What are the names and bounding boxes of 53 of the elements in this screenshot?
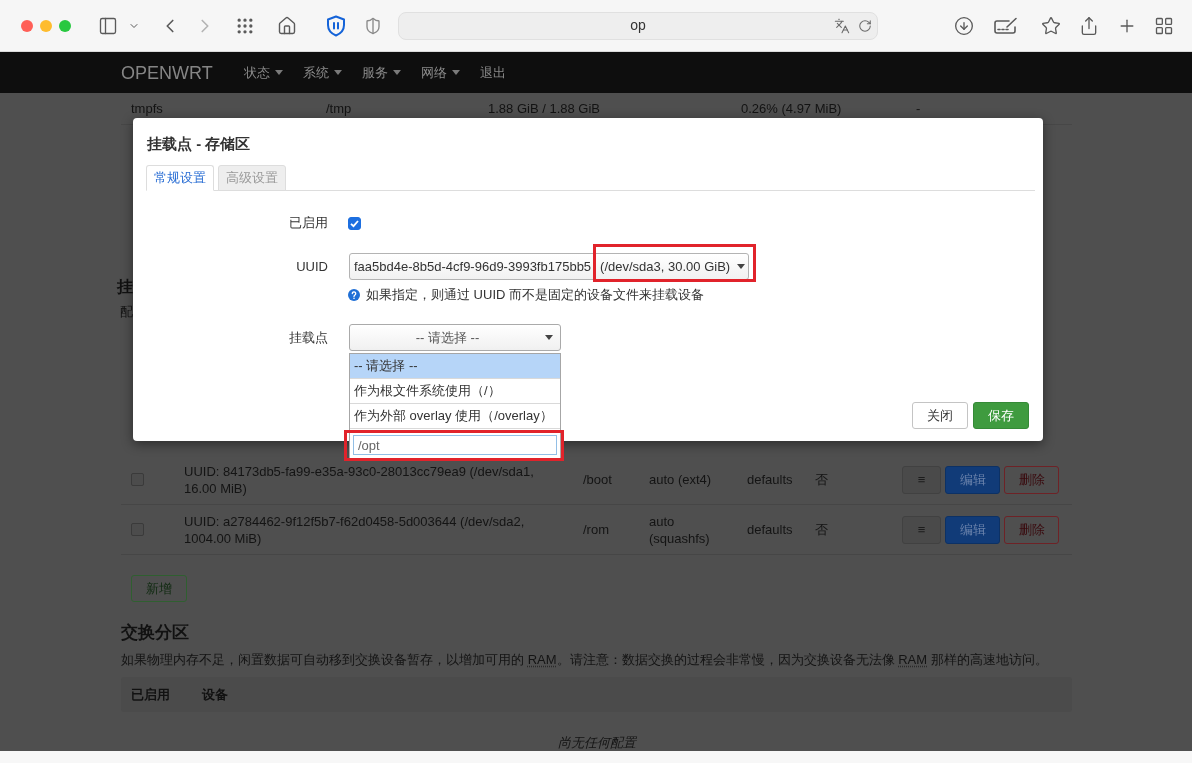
caret-icon — [737, 264, 746, 269]
close-window-icon[interactable] — [21, 19, 33, 32]
table-cell-text: UUID: a2784462-9f12f5b7-f62d0458-5d003644 (/dev/sda2, 1004.00 MiB) — [184, 512, 526, 547]
column-header: 设备 — [202, 685, 228, 704]
table-cell-text: 0.26% (4.97 MiB) — [741, 99, 842, 118]
custom-value-input[interactable]: /opt — [353, 435, 557, 455]
table-cell: defaults — [747, 471, 793, 488]
help-text: 如果指定，则通过 UUID 而不是固定的设备文件来挂载设备 — [366, 285, 704, 304]
pen-pad-icon[interactable] — [994, 16, 1018, 35]
table-cell-text: UUID: 84173db5-fa99-e35a-93c0-28013cc79ea9 (/dev/sda1, 16.00 MiB) — [184, 462, 535, 497]
table-cell-text: tmpfs — [131, 99, 163, 118]
nav-menu-item[interactable]: 状态 — [243, 62, 283, 83]
uuid-select[interactable]: faa5bd4e-8b5d-4cf9-96d9-3993fb175bb5 (/dev/sda3, 30.00 GiB) — [349, 253, 750, 280]
table-cell: auto (ext4) — [649, 471, 712, 488]
field-label: 挂载点 — [288, 328, 328, 347]
section-title: 交换分区 — [121, 622, 190, 643]
shield-pause-icon[interactable] — [326, 14, 346, 37]
close-button[interactable]: 关闭 — [912, 402, 968, 429]
save-button[interactable]: 保存 — [973, 402, 1029, 429]
translate-icon[interactable] — [834, 17, 850, 34]
table-cell: /boot — [583, 471, 612, 488]
section-title: 挂 — [117, 277, 133, 297]
tab[interactable]: 常规设置 — [146, 165, 214, 191]
field-label: 已启用 — [288, 214, 328, 233]
field-label: UUID — [295, 257, 328, 276]
nav-menu-item[interactable]: 服务 — [361, 62, 401, 83]
share-icon[interactable] — [1079, 15, 1099, 36]
download-icon[interactable] — [954, 15, 974, 36]
table-cell-text: - — [916, 99, 921, 118]
address-field[interactable]: op — [398, 11, 878, 40]
table-cell: /rom — [583, 521, 609, 538]
table-cell-text: auto (squashfs) — [649, 512, 711, 547]
home-icon[interactable] — [277, 15, 297, 36]
enabled-checkbox[interactable] — [348, 216, 361, 230]
section-description: 配 — [120, 305, 133, 319]
mount-point-select[interactable]: -- 请选择 -- — [349, 324, 561, 351]
nav-menu-item[interactable]: 退出 — [479, 62, 506, 83]
table-cell: defaults — [747, 521, 793, 538]
reload-icon[interactable] — [858, 18, 872, 33]
dropdown-option[interactable]: -- 请选择 -- — [350, 354, 560, 379]
help-icon — [348, 288, 360, 301]
caret-icon — [545, 335, 553, 340]
sidebar-icon[interactable] — [98, 15, 118, 36]
nav-menu-item[interactable]: 系统 — [302, 62, 342, 83]
star-icon[interactable] — [1041, 15, 1061, 36]
modal-title: 挂载点 - 存储区 — [147, 135, 251, 153]
table-cell-text: 1.88 GiB / 1.88 GiB — [488, 99, 600, 118]
brand-name[interactable]: OPENWRT — [121, 61, 213, 84]
tab-grid-icon[interactable] — [1154, 15, 1174, 36]
table-cell-text: /tmp — [326, 99, 352, 118]
nav-menu-item[interactable]: 网络 — [420, 62, 460, 83]
column-header: 已启用 — [131, 685, 171, 704]
half-shield-icon[interactable] — [364, 16, 382, 35]
